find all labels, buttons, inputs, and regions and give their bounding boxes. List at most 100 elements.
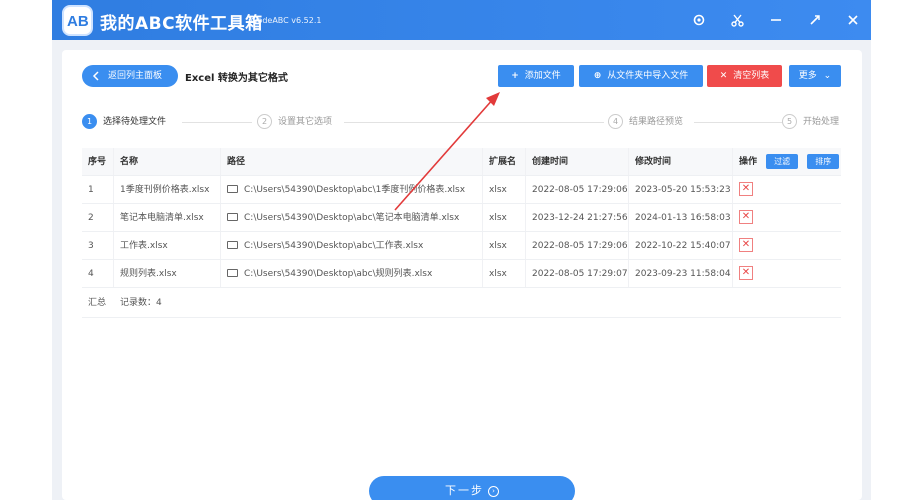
cell-op: ✕	[733, 232, 841, 259]
cell-ctime: 2022-08-05 17:29:07	[526, 260, 629, 287]
add-file-label: 添加文件	[524, 71, 561, 81]
back-button-label: 返回列主面板	[108, 71, 163, 81]
delete-row-icon[interactable]: ✕	[739, 209, 753, 224]
cell-mtime: 2022-10-22 15:40:07	[629, 232, 733, 259]
table-row[interactable]: 2 笔记本电脑清单.xlsx C:\Users\54390\Desktop\ab…	[82, 204, 841, 232]
close-icon[interactable]	[843, 10, 863, 30]
filter-button[interactable]: 过滤	[766, 154, 799, 169]
col-seq: 序号	[82, 148, 114, 175]
cell-op: ✕	[733, 176, 841, 203]
arrow-right-circle-icon: ›	[488, 485, 499, 497]
clear-list-label: 清空列表	[733, 71, 770, 81]
page-title: Excel 转换为其它格式	[185, 73, 288, 84]
step-number: 2	[257, 114, 272, 129]
table-row[interactable]: 1 1季度刊例价格表.xlsx C:\Users\54390\Desktop\a…	[82, 176, 841, 204]
app-logo-icon: AB	[62, 5, 93, 36]
app-version: WodeABC v6.52.1	[250, 16, 322, 25]
step-2: 2 设置其它选项	[257, 114, 332, 130]
cell-name: 笔记本电脑清单.xlsx	[114, 204, 221, 231]
step-label: 设置其它选项	[278, 117, 333, 127]
table-header: 序号 名称 路径 扩展名 创建时间 修改时间 操作 过滤 排序	[82, 148, 841, 176]
col-mtime[interactable]: 修改时间	[629, 148, 733, 175]
gear-icon[interactable]	[689, 10, 709, 30]
svg-text:AB: AB	[67, 13, 89, 30]
next-step-label: 下一步	[445, 484, 484, 497]
step-connector	[694, 122, 782, 123]
path-text: C:\Users\54390\Desktop\abc\工作表.xlsx	[244, 241, 424, 251]
cell-name: 1季度刊例价格表.xlsx	[114, 176, 221, 203]
step-indicator: 1 选择待处理文件 2 设置其它选项 4 结果路径预览 5 开始处理	[82, 114, 852, 132]
app-window: AB 我的ABC软件工具箱 WodeABC v6.52.1 返回列主面板 Exc…	[52, 0, 871, 500]
step-label: 选择待处理文件	[103, 117, 167, 127]
col-name[interactable]: 名称	[114, 148, 221, 175]
minimize-icon[interactable]	[766, 10, 786, 30]
title-bar[interactable]: AB 我的ABC软件工具箱 WodeABC v6.52.1	[52, 0, 871, 40]
path-text: C:\Users\54390\Desktop\abc\笔记本电脑清单.xlsx	[244, 213, 460, 223]
chevron-left-icon	[92, 71, 99, 81]
record-count: 记录数：4	[120, 298, 162, 308]
x-icon: ✕	[719, 71, 728, 81]
delete-row-icon[interactable]: ✕	[739, 181, 753, 196]
cell-op: ✕	[733, 260, 841, 287]
back-to-main-button[interactable]: 返回列主面板	[82, 65, 178, 87]
cell-op: ✕	[733, 204, 841, 231]
folder-icon[interactable]	[227, 185, 238, 193]
cell-ctime: 2023-12-24 21:27:56	[526, 204, 629, 231]
cell-path: C:\Users\54390\Desktop\abc\笔记本电脑清单.xlsx	[221, 204, 483, 231]
delete-row-icon[interactable]: ✕	[739, 237, 753, 252]
step-1: 1 选择待处理文件	[82, 114, 166, 130]
clear-list-button[interactable]: ✕ 清空列表	[707, 65, 782, 87]
cell-path: C:\Users\54390\Desktop\abc\工作表.xlsx	[221, 232, 483, 259]
cell-name: 工作表.xlsx	[114, 232, 221, 259]
col-ext[interactable]: 扩展名	[483, 148, 526, 175]
scissors-icon[interactable]	[728, 10, 748, 30]
table-row[interactable]: 3 工作表.xlsx C:\Users\54390\Desktop\abc\工作…	[82, 232, 841, 260]
step-5: 5 开始处理	[782, 114, 839, 130]
step-label: 开始处理	[803, 117, 840, 127]
step-connector	[182, 122, 252, 123]
cell-ctime: 2022-08-05 17:29:06	[526, 232, 629, 259]
chevron-down-icon: ⌄	[823, 71, 832, 81]
cell-ext: xlsx	[483, 204, 526, 231]
summary-label: 汇总	[88, 298, 107, 308]
more-label: 更多	[798, 71, 817, 81]
cell-ext: xlsx	[483, 176, 526, 203]
cell-ext: xlsx	[483, 232, 526, 259]
path-text: C:\Users\54390\Desktop\abc\1季度刊例价格表.xlsx	[244, 185, 466, 195]
cell-ctime: 2022-08-05 17:29:06	[526, 176, 629, 203]
cell-seq: 1	[82, 176, 114, 203]
import-folder-button[interactable]: ⊕ 从文件夹中导入文件	[579, 65, 703, 87]
step-4: 4 结果路径预览	[608, 114, 683, 130]
table-row[interactable]: 4 规则列表.xlsx C:\Users\54390\Desktop\abc\规…	[82, 260, 841, 288]
folder-icon[interactable]	[227, 269, 238, 277]
cell-seq: 2	[82, 204, 114, 231]
path-text: C:\Users\54390\Desktop\abc\规则列表.xlsx	[244, 269, 433, 279]
add-file-button[interactable]: + 添加文件	[498, 65, 574, 87]
cell-seq: 4	[82, 260, 114, 287]
step-number: 1	[82, 114, 97, 129]
cell-mtime: 2023-09-23 11:58:04	[629, 260, 733, 287]
more-button[interactable]: 更多 ⌄	[789, 65, 841, 87]
cell-mtime: 2024-01-13 16:58:03	[629, 204, 733, 231]
app-title: 我的ABC软件工具箱	[100, 14, 263, 34]
col-op: 操作 过滤 排序	[733, 148, 841, 175]
folder-icon[interactable]	[227, 241, 238, 249]
next-step-button[interactable]: 下一步 ›	[369, 476, 575, 500]
sort-button[interactable]: 排序	[807, 154, 840, 169]
maximize-icon[interactable]	[805, 10, 825, 30]
import-folder-label: 从文件夹中导入文件	[607, 71, 689, 81]
plus-circle-icon: ⊕	[593, 71, 602, 81]
col-ctime[interactable]: 创建时间	[526, 148, 629, 175]
col-path[interactable]: 路径	[221, 148, 483, 175]
step-number: 5	[782, 114, 797, 129]
cell-seq: 3	[82, 232, 114, 259]
cell-mtime: 2023-05-20 15:53:23	[629, 176, 733, 203]
main-panel: 返回列主面板 Excel 转换为其它格式 + 添加文件 ⊕ 从文件夹中导入文件 ✕ 清…	[62, 50, 862, 500]
delete-row-icon[interactable]: ✕	[739, 265, 753, 280]
step-label: 结果路径预览	[629, 117, 684, 127]
file-table: 序号 名称 路径 扩展名 创建时间 修改时间 操作 过滤 排序 1 1季度刊例价…	[82, 148, 841, 318]
col-op-label: 操作	[739, 157, 758, 167]
cell-path: C:\Users\54390\Desktop\abc\1季度刊例价格表.xlsx	[221, 176, 483, 203]
plus-icon: +	[511, 71, 519, 81]
folder-icon[interactable]	[227, 213, 238, 221]
